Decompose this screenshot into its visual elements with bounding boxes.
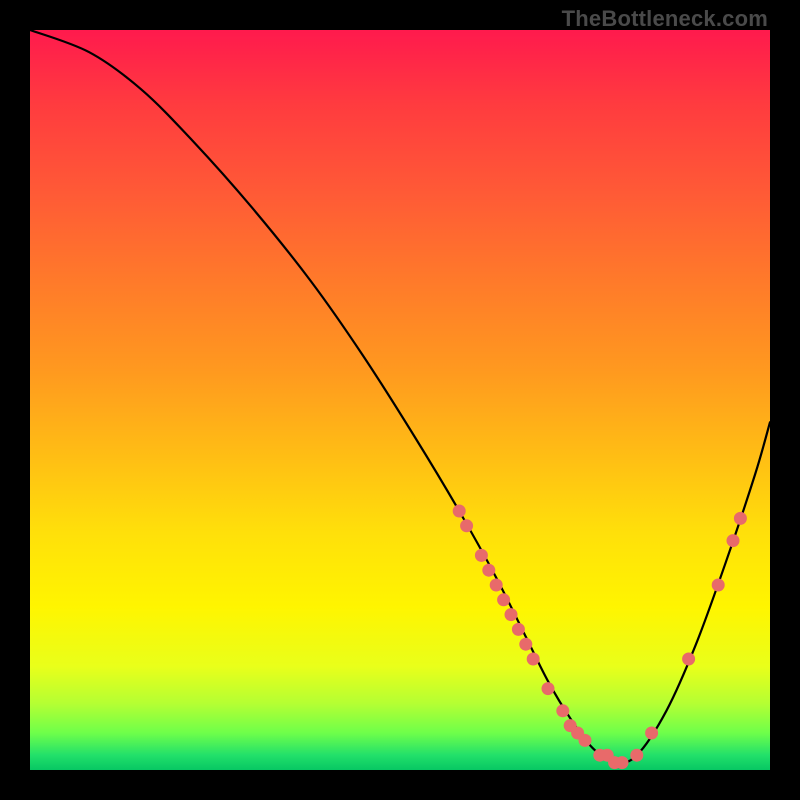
data-point	[490, 579, 503, 592]
data-point	[616, 756, 629, 769]
data-point	[475, 549, 488, 562]
data-point	[630, 749, 643, 762]
data-point	[712, 579, 725, 592]
data-point	[460, 519, 473, 532]
data-point	[682, 653, 695, 666]
data-point	[556, 704, 569, 717]
data-point	[497, 593, 510, 606]
curve-markers	[453, 505, 747, 770]
watermark-text: TheBottleneck.com	[562, 6, 768, 32]
data-point	[482, 564, 495, 577]
data-point	[579, 734, 592, 747]
data-point	[453, 505, 466, 518]
data-point	[645, 727, 658, 740]
data-point	[527, 653, 540, 666]
chart-frame: TheBottleneck.com	[0, 0, 800, 800]
curve-line	[30, 30, 770, 763]
data-point	[727, 534, 740, 547]
data-point	[505, 608, 518, 621]
chart-svg	[30, 30, 770, 770]
data-point	[734, 512, 747, 525]
data-point	[519, 638, 532, 651]
data-point	[512, 623, 525, 636]
data-point	[542, 682, 555, 695]
plot-area	[30, 30, 770, 770]
